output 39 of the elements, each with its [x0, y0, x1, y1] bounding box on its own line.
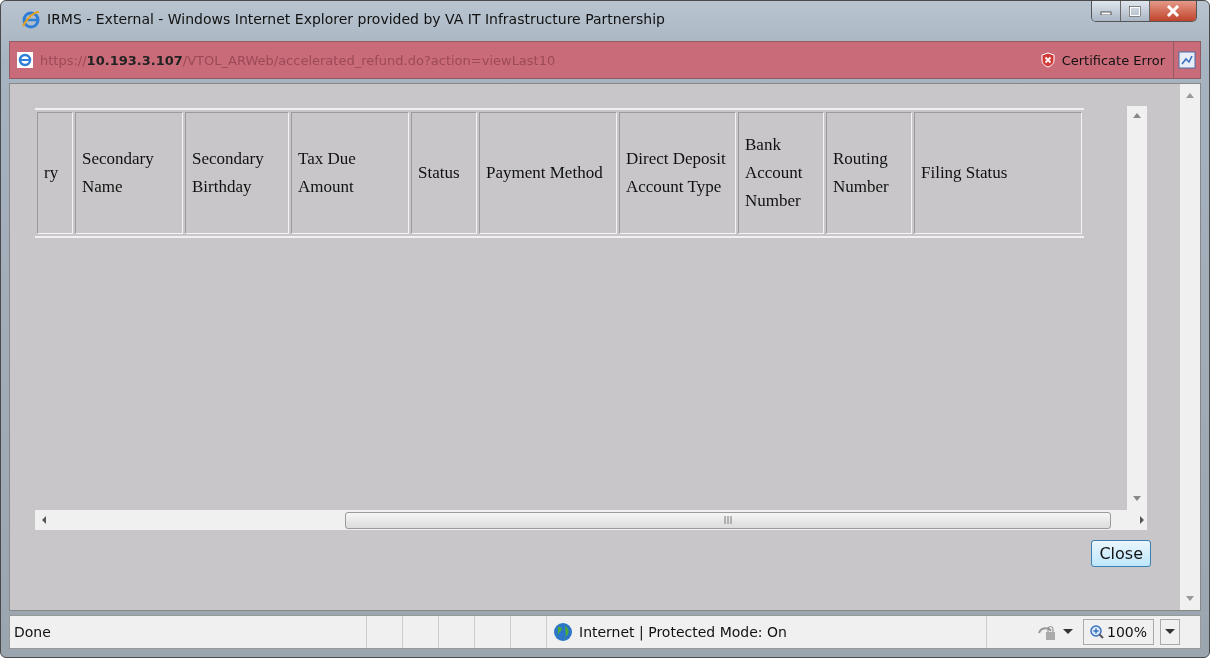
column-header: Bank Account Number [738, 112, 824, 234]
vertical-scrollbar[interactable] [1180, 84, 1200, 610]
error-shield-icon [1039, 52, 1056, 68]
column-header: Tax Due Amount [291, 112, 409, 234]
column-header: Payment Method [479, 112, 617, 234]
caret-icon [1165, 629, 1175, 635]
security-zone-text: Internet | Protected Mode: On [579, 624, 787, 640]
horizontal-scrollbar[interactable] [35, 510, 1147, 530]
close-button[interactable]: Close [1091, 540, 1151, 567]
close-window-button[interactable] [1150, 1, 1196, 21]
column-header: Direct Deposit Account Type [619, 112, 736, 234]
dropdown-arrow-icon[interactable] [1062, 629, 1073, 635]
zoom-dropdown-button[interactable] [1160, 619, 1180, 645]
column-header: Secondary Birthday [185, 112, 289, 234]
column-header: Secondary Name [75, 112, 183, 234]
browser-logo-icon [21, 9, 41, 29]
certificate-error-button[interactable]: Certificate Error [1039, 42, 1174, 78]
page-icon [16, 51, 34, 69]
globe-icon [553, 622, 573, 642]
scroll-down-arrow-icon[interactable] [1132, 496, 1142, 502]
close-icon [1166, 5, 1180, 17]
zoom-in-icon [1089, 625, 1104, 639]
window-title: IRMS - External - Windows Internet Explorer provided by VA IT Infrastructure Partnership [47, 11, 665, 27]
status-text: Done [13, 624, 52, 640]
lock-icon[interactable] [1036, 623, 1057, 641]
grip-icon [723, 516, 733, 524]
maximize-icon [1129, 5, 1141, 17]
scroll-up-arrow-icon[interactable] [1132, 112, 1142, 118]
feed-icon[interactable] [1178, 51, 1196, 69]
maximize-button[interactable] [1121, 1, 1150, 21]
column-header: Filing Status [914, 112, 1082, 234]
scroll-up-arrow-icon[interactable] [1185, 92, 1195, 98]
column-header: Routing Number [826, 112, 912, 234]
scroll-right-arrow-icon[interactable] [1137, 515, 1147, 525]
column-header: ry [37, 112, 73, 234]
scroll-down-arrow-icon[interactable] [1185, 596, 1195, 602]
minimize-button[interactable] [1092, 1, 1121, 21]
zoom-button[interactable]: 100% [1082, 619, 1154, 645]
column-header: Status [411, 112, 477, 234]
